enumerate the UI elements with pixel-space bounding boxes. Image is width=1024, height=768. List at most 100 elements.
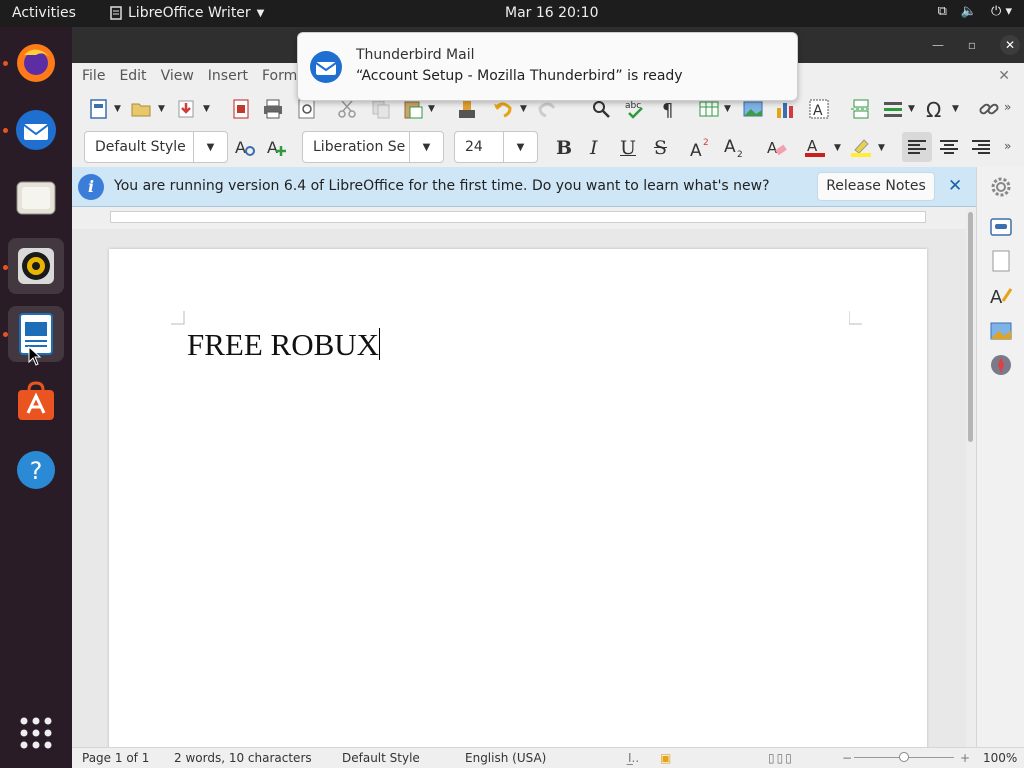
menu-edit[interactable]: Edit (119, 68, 146, 84)
app-menu[interactable]: LibreOffice Writer ▼ (110, 5, 264, 21)
menu-view[interactable]: View (161, 68, 194, 84)
clear-formatting-icon[interactable]: A (766, 136, 788, 158)
vertical-scrollbar[interactable] (966, 207, 976, 747)
chevron-down-icon[interactable]: ▼ (878, 143, 900, 165)
system-tray[interactable]: ⧉ 🔈 ⏻ ▾ (938, 4, 1012, 19)
zoom-out-icon[interactable]: − (842, 751, 852, 765)
document-page[interactable]: FREE ROBUX (109, 249, 927, 747)
export-pdf-icon[interactable] (230, 98, 252, 120)
spelling-icon[interactable]: abc (624, 98, 646, 120)
close-button[interactable]: ✕ (1000, 35, 1020, 55)
overflow-chevron-icon[interactable]: » (1004, 139, 1024, 161)
font-name-combo[interactable]: Liberation Se ▼ (302, 131, 444, 163)
overflow-chevron-icon[interactable]: » (1004, 100, 1024, 122)
chevron-down-icon[interactable]: ▼ (203, 104, 225, 126)
notification-banner[interactable]: Thunderbird Mail “Account Setup - Mozill… (297, 32, 798, 101)
copy-icon[interactable] (370, 98, 392, 120)
chevron-down-icon[interactable]: ▼ (428, 104, 450, 126)
open-folder-icon[interactable] (130, 98, 152, 120)
formatting-marks-icon[interactable]: ¶ (658, 98, 680, 120)
paragraph-style-combo[interactable]: Default Style ▼ (84, 131, 228, 163)
cut-icon[interactable] (336, 98, 358, 120)
align-center-icon[interactable] (938, 136, 960, 158)
zoom-level[interactable]: 100% (983, 751, 1017, 765)
menu-format[interactable]: Form (262, 68, 297, 84)
help-launcher[interactable]: ? (8, 442, 64, 498)
chevron-down-icon[interactable]: ▼ (952, 104, 974, 126)
underline-icon[interactable]: U (620, 137, 636, 159)
align-right-icon[interactable] (970, 136, 992, 158)
subscript-icon[interactable]: A2 (724, 136, 746, 158)
app-menu-label: LibreOffice Writer (128, 5, 251, 21)
software-launcher[interactable] (8, 374, 64, 430)
hyperlink-icon[interactable] (978, 98, 1000, 120)
superscript-icon[interactable]: A2 (690, 136, 712, 158)
font-color-icon[interactable]: A (804, 136, 826, 158)
horizontal-ruler[interactable] (72, 207, 976, 229)
strikethrough-icon[interactable]: S (654, 137, 667, 159)
insert-table-icon[interactable] (698, 98, 720, 120)
text-language[interactable]: English (USA) (465, 751, 546, 765)
insert-textbox-icon[interactable]: A (808, 98, 830, 120)
align-left-icon[interactable] (902, 132, 932, 162)
update-style-icon[interactable]: A (234, 136, 256, 158)
print-icon[interactable] (262, 98, 284, 120)
sidebar-deck: A (976, 167, 1024, 747)
maximize-button[interactable]: ▫ (962, 35, 982, 55)
rhythmbox-launcher[interactable] (8, 238, 64, 294)
bold-icon[interactable]: B (556, 137, 572, 159)
italic-icon[interactable]: I (590, 137, 598, 159)
thunderbird-launcher[interactable] (8, 102, 64, 158)
word-count[interactable]: 2 words, 10 characters (174, 751, 312, 765)
document-modified-icon[interactable]: ▣ (660, 751, 671, 765)
highlight-color-icon[interactable] (850, 136, 872, 158)
special-character-icon[interactable]: Ω (924, 98, 946, 120)
document-text[interactable]: FREE ROBUX (187, 327, 381, 363)
svg-text:?: ? (30, 457, 43, 485)
clock[interactable]: Mar 16 20:10 (505, 5, 598, 21)
view-layout-icon[interactable]: ▯▯▯ (768, 751, 794, 765)
chevron-down-icon[interactable]: ▼ (503, 132, 537, 162)
new-document-icon[interactable] (88, 98, 110, 120)
show-applications-button[interactable] (8, 705, 64, 761)
page-style[interactable]: Default Style (342, 751, 420, 765)
activities-button[interactable]: Activities (12, 5, 76, 21)
undo-icon[interactable] (492, 98, 514, 120)
save-icon[interactable] (175, 98, 197, 120)
close-document-icon[interactable]: ✕ (998, 68, 1010, 84)
chevron-down-icon[interactable]: ▼ (193, 132, 227, 162)
release-notes-button[interactable]: Release Notes (817, 172, 935, 201)
insert-page-break-icon[interactable] (850, 98, 872, 120)
find-replace-icon[interactable] (590, 98, 612, 120)
new-style-icon[interactable]: A (266, 136, 288, 158)
zoom-in-icon[interactable]: + (960, 751, 970, 765)
gallery-icon[interactable] (989, 319, 1013, 343)
insert-mode-icon[interactable]: I̲.. (628, 751, 639, 765)
settings-gear-icon[interactable] (989, 175, 1013, 199)
zoom-slider-thumb[interactable] (899, 752, 909, 762)
clone-formatting-icon[interactable] (456, 98, 478, 120)
insert-field-icon[interactable] (882, 98, 904, 120)
redo-icon[interactable] (536, 98, 558, 120)
close-infobar-icon[interactable]: ✕ (948, 176, 962, 196)
properties-icon[interactable] (989, 215, 1013, 239)
menu-file[interactable]: File (82, 68, 105, 84)
files-launcher[interactable] (8, 170, 64, 226)
minimize-button[interactable]: — (928, 35, 948, 55)
insert-chart-icon[interactable] (774, 98, 796, 120)
scrollbar-thumb[interactable] (968, 212, 973, 442)
chevron-down-icon[interactable]: ▼ (409, 132, 443, 162)
insert-image-icon[interactable] (742, 98, 764, 120)
page-count[interactable]: Page 1 of 1 (82, 751, 149, 765)
svg-text:A: A (990, 287, 1003, 307)
document-canvas[interactable]: FREE ROBUX (72, 229, 966, 747)
page-icon[interactable] (989, 249, 1013, 273)
navigator-icon[interactable] (989, 353, 1013, 377)
menu-insert[interactable]: Insert (208, 68, 248, 84)
styles-icon[interactable]: A (989, 283, 1013, 307)
firefox-launcher[interactable] (8, 35, 64, 91)
print-preview-icon[interactable] (296, 98, 318, 120)
svg-text:Ω: Ω (926, 98, 941, 120)
font-size-combo[interactable]: 24 ▼ (454, 131, 538, 163)
paste-icon[interactable] (402, 98, 424, 120)
